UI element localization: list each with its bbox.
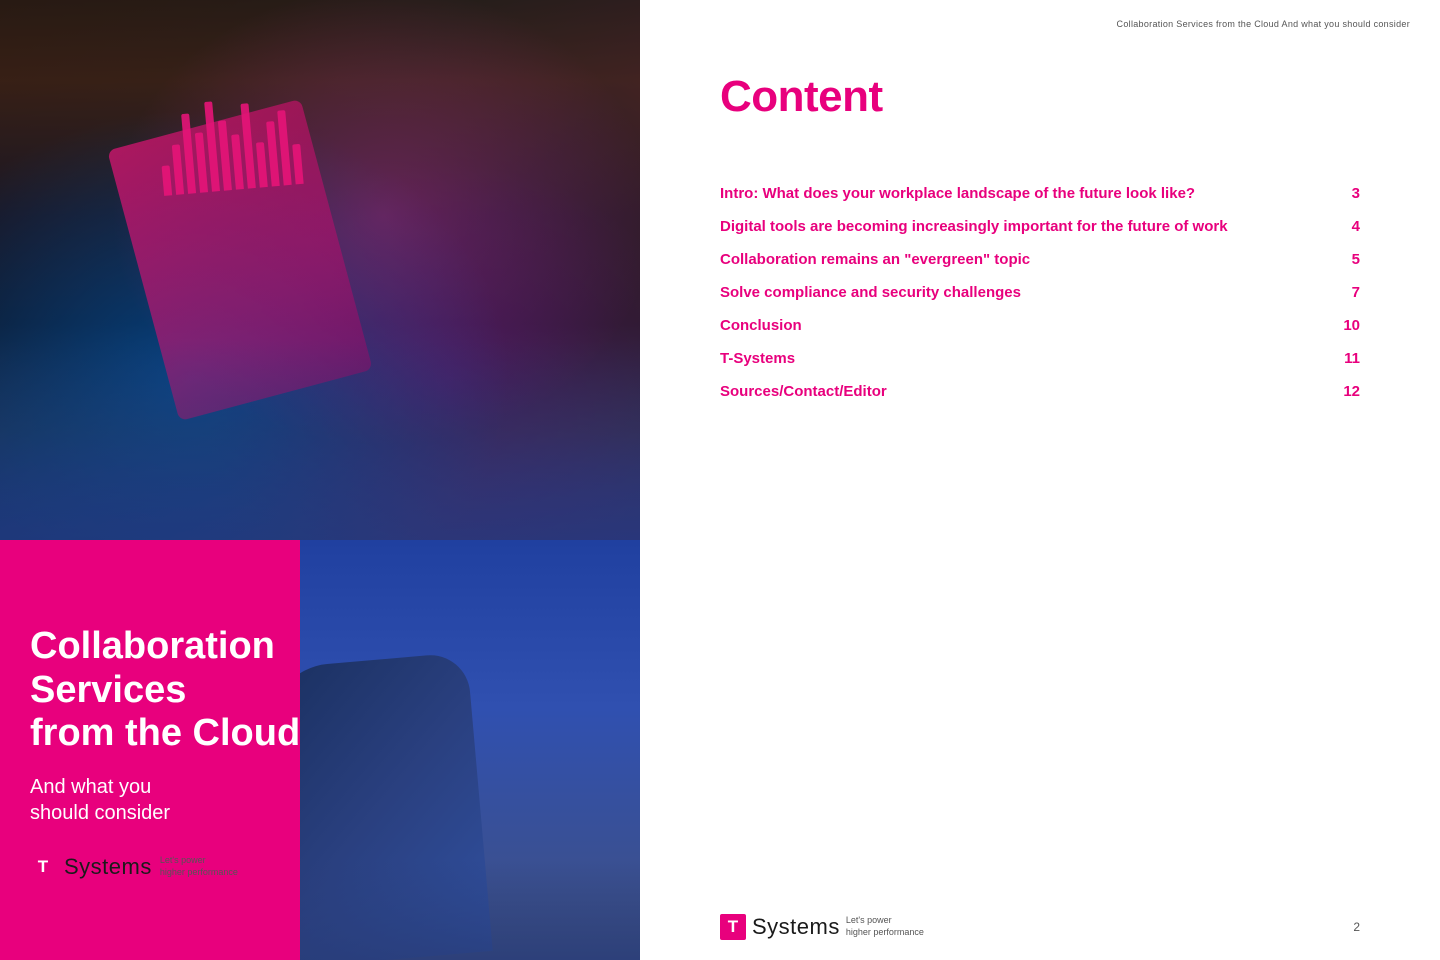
toc-entry-6: T-Systems [720,350,1330,367]
content-heading: Content [720,72,1360,122]
t-logo-symbol: T [30,854,56,880]
toc-page-4: 7 [1330,284,1360,301]
toc-entry-2: Digital tools are becoming increasingly … [720,218,1330,235]
right-footer: T Systems Let's power higher performance… [640,894,1440,960]
tsystems-footer-logo: T Systems Let's power higher performance [720,914,924,940]
cover-text-block: Collaboration Services from the Cloud An… [30,625,300,880]
table-of-contents: Intro: What does your workplace landscap… [720,177,1360,408]
toc-page-1: 3 [1330,185,1360,202]
toc-entry-7: Sources/Contact/Editor [720,383,1330,400]
tsystems-logo-left: T Systems Let's power higher performance [30,854,300,880]
systems-name-left: Systems [64,854,152,880]
logo-tagline-left: Let's power higher performance [160,855,238,878]
toc-entry-5: Conclusion [720,317,1330,334]
left-panel: Collaboration Services from the Cloud An… [0,0,640,960]
toc-page-3: 5 [1330,251,1360,268]
footer-systems-name: Systems [752,914,840,940]
right-panel: Collaboration Services from the Cloud An… [640,0,1440,960]
right-header: Collaboration Services from the Cloud An… [640,0,1440,42]
page-number: 2 [1353,920,1360,934]
toc-row-1: Intro: What does your workplace landscap… [720,177,1360,210]
toc-page-6: 11 [1330,350,1360,367]
toc-row-2: Digital tools are becoming increasingly … [720,210,1360,243]
toc-page-7: 12 [1330,383,1360,400]
toc-row-4: Solve compliance and security challenges… [720,276,1360,309]
footer-t-symbol: T [720,914,746,940]
toc-entry-4: Solve compliance and security challenges [720,284,1330,301]
main-cover-title: Collaboration Services from the Cloud [30,625,300,756]
photo-extension [300,540,640,960]
toc-entry-3: Collaboration remains an "evergreen" top… [720,251,1330,268]
toc-row-6: T-Systems 11 [720,342,1360,375]
toc-entry-1: Intro: What does your workplace landscap… [720,185,1330,202]
cover-subtitle: And what you should consider [30,774,300,826]
toc-row-3: Collaboration remains an "evergreen" top… [720,243,1360,276]
toc-row-7: Sources/Contact/Editor 12 [720,375,1360,408]
toc-page-2: 4 [1330,218,1360,235]
cover-photo [0,0,640,540]
right-main-content: Content Intro: What does your workplace … [640,42,1440,894]
header-document-title: Collaboration Services from the Cloud An… [1117,19,1410,29]
footer-tagline: Let's power higher performance [846,915,924,938]
data-visualization [156,94,303,196]
toc-page-5: 10 [1330,317,1360,334]
left-bottom-section: Collaboration Services from the Cloud An… [0,540,640,960]
toc-row-5: Conclusion 10 [720,309,1360,342]
